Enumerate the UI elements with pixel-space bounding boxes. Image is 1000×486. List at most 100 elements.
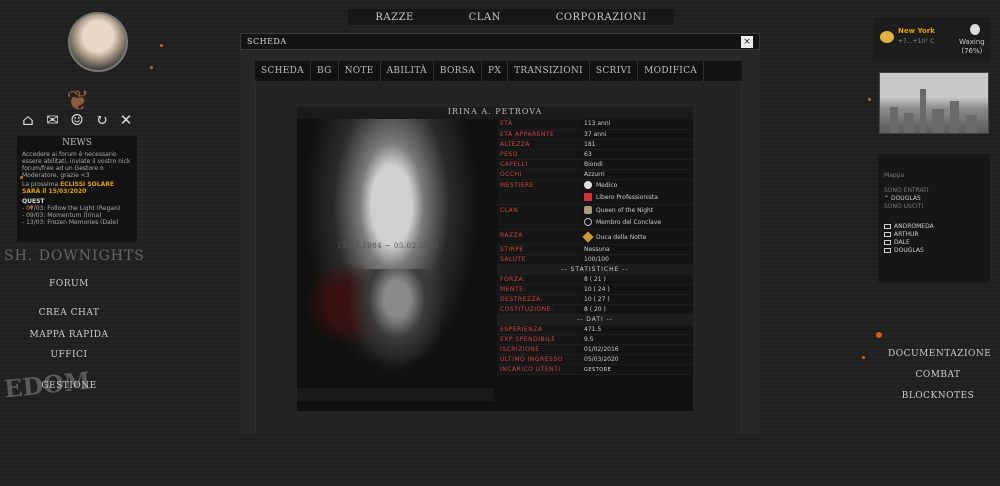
map-title[interactable]: Mappa (884, 172, 984, 179)
table-row: ETÀ APPARENTE 37 anni (497, 129, 693, 140)
nav-clan[interactable]: CLAN (469, 12, 501, 23)
nav-gestione[interactable]: GESTIONE (26, 381, 112, 395)
quest-item[interactable]: - 07/03: Follow the Light (Regan) (22, 205, 132, 212)
field-label: ETÀ APPARENTE (497, 129, 581, 140)
envelope-icon[interactable] (884, 248, 891, 253)
portrait-figure (347, 269, 447, 369)
nav-mappa-rapida[interactable]: MAPPA RAPIDA (26, 330, 112, 344)
field-value: Nessuna (581, 244, 693, 255)
moon-phase: Waxing (76%) (959, 38, 985, 56)
messages-icon[interactable]: ✉ (43, 111, 63, 129)
job-secondary[interactable]: Libero Professionista (596, 194, 658, 201)
users-icon[interactable]: ☺ (67, 111, 87, 129)
character-name: IRINA A. PETROVA (297, 107, 693, 119)
field-label: SALUTE (497, 254, 581, 265)
character-sheet: IRINA A. PETROVA 15.02.1984 ~ 05.02.2020… (297, 107, 693, 411)
nav-crea-chat[interactable]: CREA CHAT (26, 308, 112, 322)
stat-value: 8 ( 21 ) (581, 274, 693, 285)
nav-blocknotes[interactable]: BLOCKNOTES (888, 391, 988, 405)
online-user[interactable]: ANDROMEDA (884, 223, 984, 231)
stat-value: 8 ( 20 ) (581, 304, 693, 315)
tab-px[interactable]: PX (482, 61, 509, 81)
clan-secondary[interactable]: Membro del Conclave (596, 219, 661, 226)
moon-phase-percent: (76%) (961, 47, 983, 55)
nav-razze[interactable]: RAZZE (375, 12, 413, 23)
refresh-icon[interactable]: ↻ (92, 111, 112, 129)
profession-icon (584, 193, 592, 201)
field-value: 05/03/2020 (581, 354, 693, 365)
tab-transizioni[interactable]: TRANSIZIONI (508, 61, 590, 81)
table-row: DESTREZZA: 10 ( 27 ) (497, 294, 693, 305)
envelope-icon[interactable] (884, 232, 891, 237)
tab-scheda[interactable]: SCHEDA (255, 61, 311, 81)
envelope-icon[interactable] (884, 224, 891, 229)
window-title: SCHEDA (247, 37, 287, 46)
tab-abilita[interactable]: ABILITÀ (381, 61, 434, 81)
field-value: 01/02/2016 (581, 344, 693, 355)
sheet-tabs: SCHEDA BG NOTE ABILITÀ BORSA PX TRANSIZI… (255, 61, 742, 81)
nav-uffici[interactable]: UFFICI (26, 350, 112, 364)
field-label: EXP SPENDIBILE (497, 334, 581, 345)
entered-user[interactable]: ⌃ DOUGLAS (884, 195, 984, 203)
nav-corporazioni[interactable]: CORPORAZIONI (556, 12, 647, 23)
nav-combat[interactable]: COMBAT (888, 370, 988, 384)
table-row: EXP SPENDIBILE 9.5 (497, 334, 693, 345)
tab-note[interactable]: NOTE (339, 61, 381, 81)
stat-label: COSTITUZIONE: (497, 304, 581, 315)
field-label: ETÀ (497, 119, 581, 130)
field-value: Duca della Notte (581, 229, 693, 245)
nav-forum[interactable]: FORUM (26, 279, 112, 293)
ember (862, 356, 865, 359)
field-value: 113 anni (581, 119, 693, 130)
field-value: 9.5 (581, 334, 693, 345)
medic-icon (584, 181, 592, 189)
ember (150, 66, 153, 69)
news-title: NEWS (62, 138, 92, 148)
city-image[interactable] (879, 72, 989, 134)
field-value: 63 (581, 149, 693, 160)
weather-city: New York (898, 27, 935, 35)
field-value: GESTORE (581, 364, 693, 375)
stat-value: 10 ( 27 ) (581, 294, 693, 305)
online-user[interactable]: DOUGLAS (884, 247, 984, 255)
tab-bg[interactable]: BG (311, 61, 339, 81)
close-button[interactable]: × (741, 35, 753, 48)
field-value: Azzurri (581, 169, 693, 180)
clan-primary[interactable]: Queen of the Night (596, 207, 653, 214)
ember (20, 176, 23, 179)
tab-scrivi[interactable]: SCRIVI (590, 61, 639, 81)
home-icon[interactable]: ⌂ (18, 111, 38, 129)
table-row: COSTITUZIONE: 8 ( 20 ) (497, 304, 693, 315)
job-primary[interactable]: Medico (596, 182, 617, 189)
table-row: PESO 63 (497, 149, 693, 160)
toolbar-icons: ⌂ ✉ ☺ ↻ ✕ (18, 110, 136, 130)
portrait-dates: 15.02.1984 ~ 05.02.2020 (337, 242, 439, 250)
ember (876, 332, 882, 338)
envelope-icon[interactable] (884, 240, 891, 245)
conclave-icon (584, 218, 592, 226)
race-value[interactable]: Duca della Notte (596, 234, 646, 241)
quest-item[interactable]: - 13/03: Frozen Memories (Dale) (22, 219, 132, 226)
field-label: CLAN (497, 204, 581, 230)
close-icon[interactable]: ✕ (116, 111, 136, 129)
field-label: MESTIERE (497, 179, 581, 205)
role-badge: GESTORE (584, 366, 612, 373)
eclipse-info: La prossima ECLISSI SOLARE SARÀ il 15/03… (22, 181, 132, 195)
table-row: ESPERIENZA 471.5 (497, 324, 693, 335)
field-label: STIRPE (497, 244, 581, 255)
online-user[interactable]: ARTHUR (884, 231, 984, 239)
nav-documentazione[interactable]: DOCUMENTAZIONE (888, 349, 991, 363)
online-user-name: DALE (894, 239, 910, 246)
table-row: ETÀ 113 anni (497, 119, 693, 130)
stat-label: FORZA: (497, 274, 581, 285)
table-row: CLAN Queen of the Night Membro del Concl… (497, 204, 693, 230)
online-user-name: DOUGLAS (894, 247, 924, 254)
online-user[interactable]: DALE (884, 239, 984, 247)
field-value: 100/100 (581, 254, 693, 265)
avatar[interactable] (68, 12, 128, 72)
ember (30, 206, 33, 209)
quest-item[interactable]: - 09/03: Momentum (Irina) (22, 212, 132, 219)
tab-borsa[interactable]: BORSA (434, 61, 483, 81)
field-value: 181 (581, 139, 693, 150)
tab-modifica[interactable]: MODIFICA (638, 61, 705, 81)
